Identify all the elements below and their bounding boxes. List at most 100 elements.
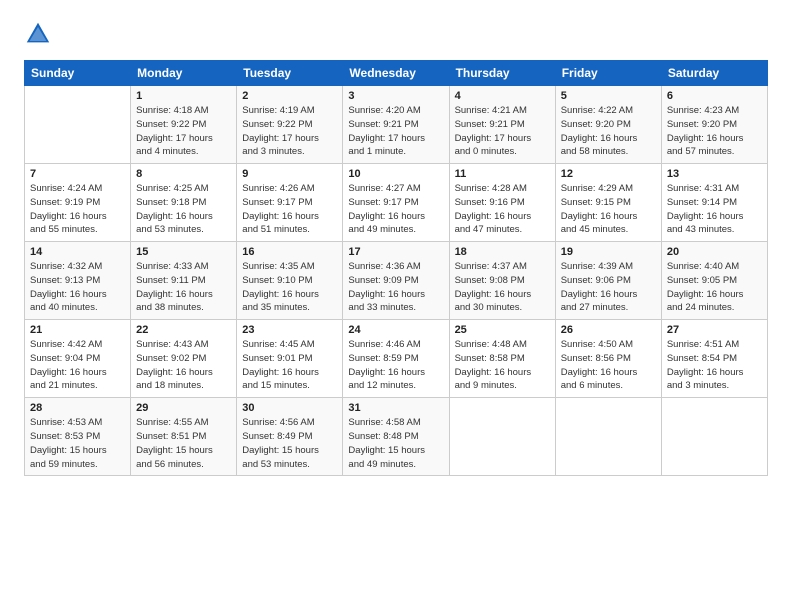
day-cell: 18 Sunrise: 4:37 AMSunset: 9:08 PMDayligh… (449, 242, 555, 320)
day-number: 14 (30, 246, 125, 258)
day-cell: 15 Sunrise: 4:33 AMSunset: 9:11 PMDayligh… (131, 242, 237, 320)
day-cell: 9 Sunrise: 4:26 AMSunset: 9:17 PMDaylight… (237, 164, 343, 242)
calendar-body: 1Sunrise: 4:18 AMSunset: 9:22 PMDaylight… (25, 86, 768, 476)
day-info: Sunrise: 4:50 AMSunset: 8:56 PMDaylight:… (561, 338, 656, 393)
day-number: 10 (348, 168, 443, 180)
day-cell: 19 Sunrise: 4:39 AMSunset: 9:06 PMDayligh… (555, 242, 661, 320)
day-cell: 11 Sunrise: 4:28 AMSunset: 9:16 PMDayligh… (449, 164, 555, 242)
day-info: Sunrise: 4:58 AMSunset: 8:48 PMDaylight:… (348, 416, 443, 471)
day-number: 15 (136, 246, 231, 258)
day-number: 26 (561, 324, 656, 336)
day-cell: 21 Sunrise: 4:42 AMSunset: 9:04 PMDayligh… (25, 320, 131, 398)
day-number: 1 (136, 90, 231, 102)
day-info: Sunrise: 4:55 AMSunset: 8:51 PMDaylight:… (136, 416, 231, 471)
weekday-tuesday: Tuesday (237, 61, 343, 86)
week-row-5: 28Sunrise: 4:53 AMSunset: 8:53 PMDayligh… (25, 398, 768, 476)
day-info: Sunrise: 4:32 AMSunset: 9:13 PMDaylight:… (30, 260, 125, 315)
day-info: Sunrise: 4:45 AMSunset: 9:01 PMDaylight:… (242, 338, 337, 393)
day-info: Sunrise: 4:36 AMSunset: 9:09 PMDaylight:… (348, 260, 443, 315)
day-info: Sunrise: 4:37 AMSunset: 9:08 PMDaylight:… (455, 260, 550, 315)
day-cell: 4Sunrise: 4:21 AMSunset: 9:21 PMDaylight… (449, 86, 555, 164)
day-number: 20 (667, 246, 762, 258)
day-number: 12 (561, 168, 656, 180)
day-cell (661, 398, 767, 476)
day-number: 13 (667, 168, 762, 180)
day-cell: 27 Sunrise: 4:51 AMSunset: 8:54 PMDayligh… (661, 320, 767, 398)
day-info: Sunrise: 4:51 AMSunset: 8:54 PMDaylight:… (667, 338, 762, 393)
logo (24, 20, 56, 48)
day-info: Sunrise: 4:46 AMSunset: 8:59 PMDaylight:… (348, 338, 443, 393)
day-info: Sunrise: 4:24 AMSunset: 9:19 PMDaylight:… (30, 182, 125, 237)
day-number: 27 (667, 324, 762, 336)
weekday-row: SundayMondayTuesdayWednesdayThursdayFrid… (25, 61, 768, 86)
day-cell: 8 Sunrise: 4:25 AMSunset: 9:18 PMDaylight… (131, 164, 237, 242)
day-number: 11 (455, 168, 550, 180)
day-cell: 23 Sunrise: 4:45 AMSunset: 9:01 PMDayligh… (237, 320, 343, 398)
day-cell: 25 Sunrise: 4:48 AMSunset: 8:58 PMDayligh… (449, 320, 555, 398)
day-info: Sunrise: 4:23 AMSunset: 9:20 PMDaylight:… (667, 104, 762, 159)
day-cell: 28Sunrise: 4:53 AMSunset: 8:53 PMDayligh… (25, 398, 131, 476)
day-info: Sunrise: 4:29 AMSunset: 9:15 PMDaylight:… (561, 182, 656, 237)
day-number: 24 (348, 324, 443, 336)
day-cell: 1Sunrise: 4:18 AMSunset: 9:22 PMDaylight… (131, 86, 237, 164)
day-cell: 29 Sunrise: 4:55 AMSunset: 8:51 PMDayligh… (131, 398, 237, 476)
day-info: Sunrise: 4:35 AMSunset: 9:10 PMDaylight:… (242, 260, 337, 315)
day-number: 19 (561, 246, 656, 258)
page: SundayMondayTuesdayWednesdayThursdayFrid… (0, 0, 792, 612)
day-number: 22 (136, 324, 231, 336)
day-info: Sunrise: 4:21 AMSunset: 9:21 PMDaylight:… (455, 104, 550, 159)
day-info: Sunrise: 4:39 AMSunset: 9:06 PMDaylight:… (561, 260, 656, 315)
weekday-wednesday: Wednesday (343, 61, 449, 86)
day-cell: 3Sunrise: 4:20 AMSunset: 9:21 PMDaylight… (343, 86, 449, 164)
calendar-header: SundayMondayTuesdayWednesdayThursdayFrid… (25, 61, 768, 86)
day-number: 30 (242, 402, 337, 414)
header (24, 20, 768, 48)
day-cell: 10Sunrise: 4:27 AMSunset: 9:17 PMDayligh… (343, 164, 449, 242)
day-number: 2 (242, 90, 337, 102)
day-number: 29 (136, 402, 231, 414)
day-info: Sunrise: 4:25 AMSunset: 9:18 PMDaylight:… (136, 182, 231, 237)
day-cell (449, 398, 555, 476)
day-info: Sunrise: 4:48 AMSunset: 8:58 PMDaylight:… (455, 338, 550, 393)
day-cell (555, 398, 661, 476)
day-number: 9 (242, 168, 337, 180)
weekday-sunday: Sunday (25, 61, 131, 86)
day-cell: 14 Sunrise: 4:32 AMSunset: 9:13 PMDayligh… (25, 242, 131, 320)
day-cell: 22 Sunrise: 4:43 AMSunset: 9:02 PMDayligh… (131, 320, 237, 398)
week-row-3: 14 Sunrise: 4:32 AMSunset: 9:13 PMDayligh… (25, 242, 768, 320)
day-info: Sunrise: 4:40 AMSunset: 9:05 PMDaylight:… (667, 260, 762, 315)
day-cell (25, 86, 131, 164)
day-cell: 30 Sunrise: 4:56 AMSunset: 8:49 PMDayligh… (237, 398, 343, 476)
day-info: Sunrise: 4:26 AMSunset: 9:17 PMDaylight:… (242, 182, 337, 237)
day-number: 5 (561, 90, 656, 102)
day-info: Sunrise: 4:33 AMSunset: 9:11 PMDaylight:… (136, 260, 231, 315)
day-number: 18 (455, 246, 550, 258)
day-number: 21 (30, 324, 125, 336)
calendar: SundayMondayTuesdayWednesdayThursdayFrid… (24, 60, 768, 476)
day-info: Sunrise: 4:22 AMSunset: 9:20 PMDaylight:… (561, 104, 656, 159)
day-cell: 20 Sunrise: 4:40 AMSunset: 9:05 PMDayligh… (661, 242, 767, 320)
day-number: 16 (242, 246, 337, 258)
day-number: 31 (348, 402, 443, 414)
day-cell: 12 Sunrise: 4:29 AMSunset: 9:15 PMDayligh… (555, 164, 661, 242)
day-info: Sunrise: 4:53 AMSunset: 8:53 PMDaylight:… (30, 416, 125, 471)
day-cell: 6Sunrise: 4:23 AMSunset: 9:20 PMDaylight… (661, 86, 767, 164)
day-cell: 13Sunrise: 4:31 AMSunset: 9:14 PMDayligh… (661, 164, 767, 242)
week-row-1: 1Sunrise: 4:18 AMSunset: 9:22 PMDaylight… (25, 86, 768, 164)
day-info: Sunrise: 4:42 AMSunset: 9:04 PMDaylight:… (30, 338, 125, 393)
weekday-saturday: Saturday (661, 61, 767, 86)
day-number: 7 (30, 168, 125, 180)
day-info: Sunrise: 4:43 AMSunset: 9:02 PMDaylight:… (136, 338, 231, 393)
day-number: 25 (455, 324, 550, 336)
day-info: Sunrise: 4:28 AMSunset: 9:16 PMDaylight:… (455, 182, 550, 237)
day-cell: 17Sunrise: 4:36 AMSunset: 9:09 PMDayligh… (343, 242, 449, 320)
day-number: 8 (136, 168, 231, 180)
day-cell: 2Sunrise: 4:19 AMSunset: 9:22 PMDaylight… (237, 86, 343, 164)
day-cell: 7 Sunrise: 4:24 AMSunset: 9:19 PMDaylight… (25, 164, 131, 242)
day-number: 23 (242, 324, 337, 336)
day-info: Sunrise: 4:20 AMSunset: 9:21 PMDaylight:… (348, 104, 443, 159)
weekday-friday: Friday (555, 61, 661, 86)
week-row-4: 21 Sunrise: 4:42 AMSunset: 9:04 PMDayligh… (25, 320, 768, 398)
day-cell: 31 Sunrise: 4:58 AMSunset: 8:48 PMDayligh… (343, 398, 449, 476)
day-info: Sunrise: 4:56 AMSunset: 8:49 PMDaylight:… (242, 416, 337, 471)
